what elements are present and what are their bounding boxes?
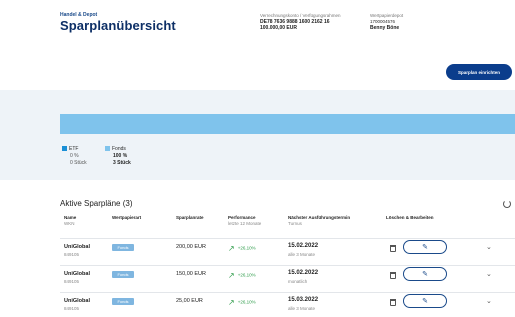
column-header-rate[interactable]: Sparplanrate — [176, 215, 204, 221]
plan-rate: 150,00 EUR — [176, 271, 206, 277]
fonds-swatch — [105, 146, 110, 152]
trash-icon[interactable] — [390, 299, 396, 306]
legend-fonds: Fonds 100 % 3 Stück — [105, 146, 131, 167]
chevron-down-icon[interactable]: ⌄ — [486, 297, 492, 305]
column-header-performance[interactable]: Performance letzte 12 Monate — [228, 215, 261, 227]
allocation-bar — [60, 114, 515, 134]
edit-button[interactable]: ✎ — [403, 267, 447, 281]
plan-rate: 200,00 EUR — [176, 244, 206, 250]
legend-etf: ETF 0 % 0 Stück — [62, 146, 87, 167]
depot-info: Wertpapierdepot 1700004576 Benny Böne — [370, 13, 403, 31]
page-header: Handel & Depot Sparplanübersicht Verrech… — [0, 0, 515, 90]
plan-performance: ↗ +26,10% — [228, 244, 256, 253]
asset-type-badge: Fonds — [112, 271, 134, 278]
new-savings-plan-button[interactable]: Sparplan einrichten — [446, 64, 512, 80]
account-amount: 100.000,00 EUR — [260, 25, 297, 31]
plan-performance-value: +26,10% — [237, 272, 256, 278]
asset-type-badge: Fonds — [112, 298, 134, 305]
plan-wkn: 849105 — [64, 279, 80, 284]
asset-type-badge: Fonds — [112, 244, 134, 251]
plan-next-date: 15.02.2022 — [288, 270, 319, 276]
plan-wkn: 849105 — [64, 252, 80, 257]
pencil-icon: ✎ — [422, 298, 428, 305]
column-header-actions: Löschen & Bearbeiten — [386, 215, 434, 220]
etf-swatch — [62, 146, 67, 152]
column-header-name[interactable]: Name WKN — [64, 215, 76, 227]
trash-icon[interactable] — [390, 272, 396, 279]
column-perf-sub: letzte 12 Monate — [228, 221, 262, 226]
plan-rate: 25,00 EUR — [176, 298, 203, 304]
legend-fonds-label: Fonds — [112, 146, 126, 152]
chevron-down-icon[interactable]: ⌄ — [486, 243, 492, 251]
plan-performance: ↗ +26,10% — [228, 271, 256, 280]
column-header-type[interactable]: Wertpapierart — [112, 215, 141, 221]
refresh-icon[interactable] — [503, 200, 511, 208]
active-plans-title: Aktive Sparpläne (3) — [60, 199, 133, 208]
plan-performance-value: +26,10% — [237, 245, 256, 251]
plan-next-date: 15.02.2022 — [288, 243, 319, 249]
plan-next-date: 15.03.2022 — [288, 297, 319, 303]
plan-performance-value: +26,10% — [237, 299, 256, 305]
account-info: Verrechnungskonto / Verfügungsrahmen DE7… — [260, 13, 341, 31]
pencil-icon: ✎ — [422, 244, 428, 251]
trash-icon[interactable] — [390, 245, 396, 252]
plan-name[interactable]: UniGlobal — [64, 271, 90, 277]
pencil-icon: ✎ — [422, 271, 428, 278]
edit-button[interactable]: ✎ — [403, 294, 447, 308]
plan-wkn: 849105 — [64, 306, 80, 311]
chevron-down-icon[interactable]: ⌄ — [486, 270, 492, 278]
legend-fonds-count: 3 Stück — [113, 160, 131, 166]
column-wkn-label: WKN — [64, 221, 75, 226]
page-title: Sparplanübersicht — [60, 18, 176, 33]
column-header-next[interactable]: Nächster Ausführungstermin Turnus — [288, 215, 350, 227]
plan-frequency: monatlich — [288, 279, 308, 284]
legend-etf-percent: 0 % — [70, 153, 79, 159]
column-next-sub: Turnus — [288, 221, 302, 226]
depot-owner-name: Benny Böne — [370, 25, 400, 31]
plan-row[interactable]: UniGlobal 849105 Fonds 25,00 EUR ↗ +26,10… — [60, 292, 515, 317]
trend-up-icon: ↗ — [228, 244, 235, 253]
plan-row[interactable]: UniGlobal 849105 Fonds 150,00 EUR ↗ +26,1… — [60, 265, 515, 291]
edit-button[interactable]: ✎ — [403, 240, 447, 254]
plan-row[interactable]: UniGlobal 849105 Fonds 200,00 EUR ↗ +26,1… — [60, 238, 515, 264]
trend-up-icon: ↗ — [228, 271, 235, 280]
plan-name[interactable]: UniGlobal — [64, 244, 90, 250]
legend-fonds-percent: 100 % — [113, 153, 128, 159]
plan-name[interactable]: UniGlobal — [64, 298, 90, 304]
plan-performance: ↗ +26,10% — [228, 298, 256, 307]
plan-frequency: alle 3 Monate — [288, 306, 316, 311]
legend-etf-label: ETF — [69, 146, 79, 152]
legend-etf-count: 0 Stück — [70, 160, 87, 166]
plan-frequency: alle 3 Monate — [288, 252, 316, 257]
trend-up-icon: ↗ — [228, 298, 235, 307]
